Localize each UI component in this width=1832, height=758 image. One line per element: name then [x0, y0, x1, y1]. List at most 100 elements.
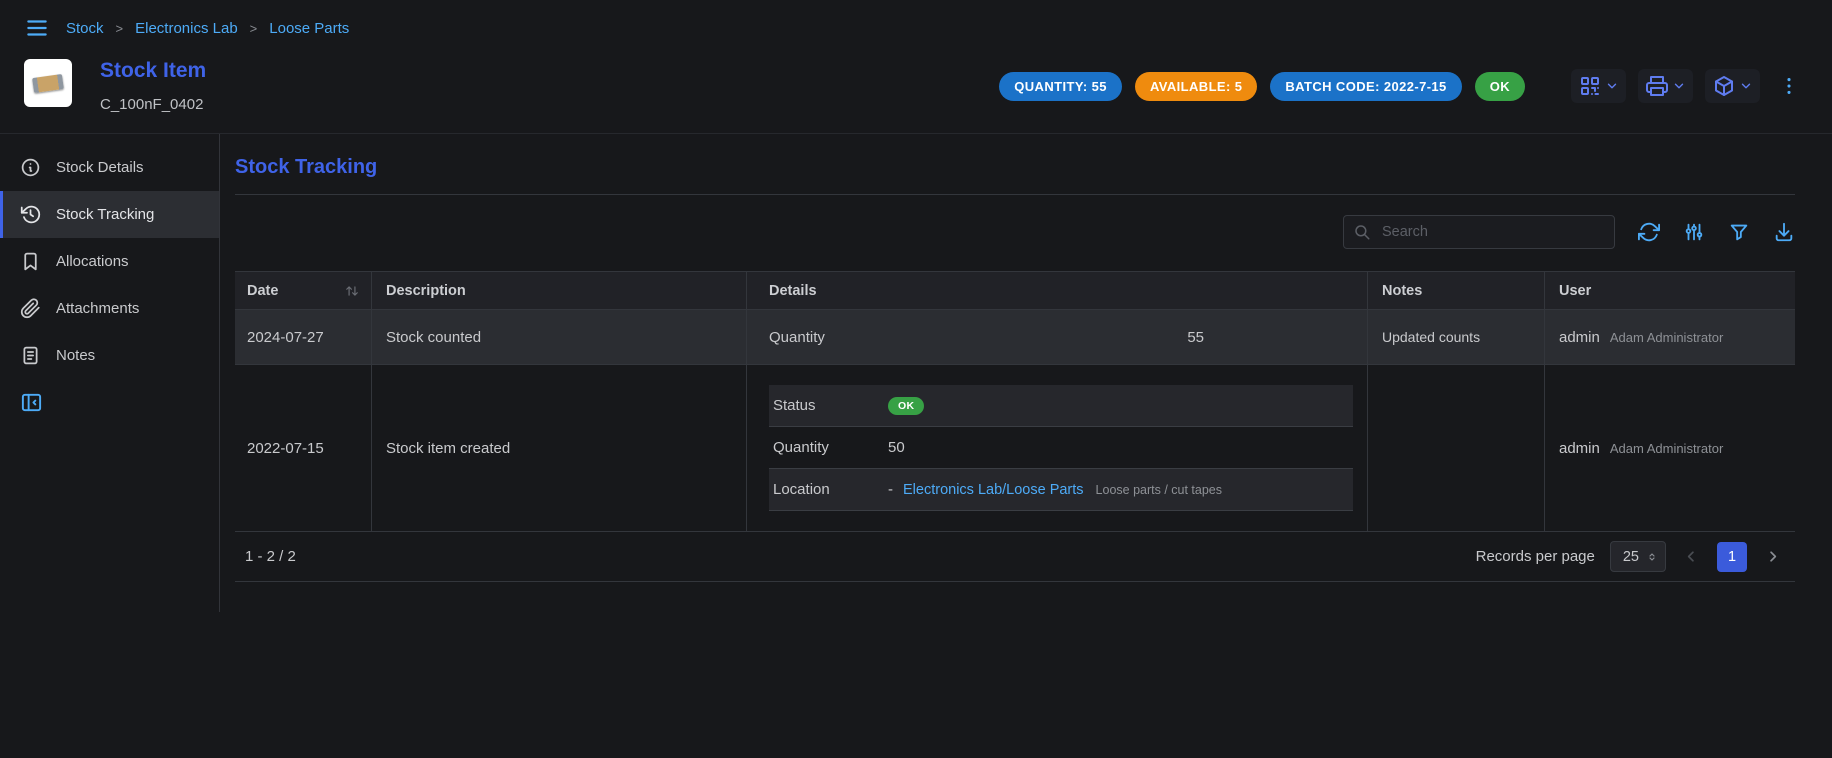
select-stepper-icon — [1646, 551, 1658, 563]
info-circle-icon — [20, 157, 41, 178]
filter-icon[interactable] — [1728, 221, 1750, 243]
sidebar-item-attachments[interactable]: Attachments — [0, 285, 219, 332]
description-cell: Stock counted — [372, 310, 747, 364]
detail-label: Quantity — [773, 439, 888, 456]
download-icon[interactable] — [1773, 221, 1795, 243]
barcode-actions-button[interactable] — [1571, 69, 1626, 103]
user-cell: admin Adam Administrator — [1545, 310, 1795, 364]
history-icon — [20, 204, 41, 225]
table-toolbar — [235, 215, 1795, 249]
records-per-page-label: Records per page — [1476, 548, 1595, 565]
breadcrumb-electronics-lab[interactable]: Electronics Lab — [135, 20, 238, 37]
user-cell: admin Adam Administrator — [1545, 365, 1795, 531]
sidebar-item-notes[interactable]: Notes — [0, 332, 219, 379]
page-subtitle: C_100nF_0402 — [100, 96, 206, 113]
stock-tracking-table: Date Description Details Notes User 2024… — [235, 271, 1795, 582]
pagination-controls: Records per page 25 1 — [1476, 541, 1783, 572]
location-description: Loose parts / cut tapes — [1096, 483, 1222, 497]
table-header-row: Date Description Details Notes User — [235, 271, 1795, 310]
search-input[interactable] — [1343, 215, 1615, 249]
user-full-name: Adam Administrator — [1610, 441, 1723, 456]
description-cell: Stock item created — [372, 365, 747, 531]
quantity-badge: QUANTITY: 55 — [999, 72, 1122, 101]
sidebar-item-label: Stock Details — [56, 159, 144, 176]
column-header-details[interactable]: Details — [747, 272, 1368, 309]
breadcrumb-loose-parts[interactable]: Loose Parts — [269, 20, 349, 37]
sidebar-item-label: Notes — [56, 347, 95, 364]
record-range: 1 - 2 / 2 — [245, 548, 296, 565]
user-full-name: Adam Administrator — [1610, 330, 1723, 345]
table-row: 2024-07-27 Stock counted Quantity 55 Upd… — [235, 310, 1795, 365]
next-page-icon[interactable] — [1762, 546, 1783, 567]
bookmark-icon — [20, 251, 41, 272]
adjustments-icon[interactable] — [1683, 221, 1705, 243]
part-thumbnail[interactable] — [24, 59, 72, 107]
batch-code-badge: BATCH CODE: 2022-7-15 — [1270, 72, 1461, 101]
print-actions-icon — [1645, 74, 1669, 98]
content-area: Stock Details Stock Tracking Allocations… — [0, 134, 1832, 612]
status-badges: QUANTITY: 55 AVAILABLE: 5 BATCH CODE: 20… — [999, 72, 1525, 101]
refresh-icon[interactable] — [1638, 221, 1660, 243]
table-row: 2022-07-15 Stock item created Status OK … — [235, 365, 1795, 532]
username: admin — [1559, 440, 1600, 457]
page-title: Stock Item — [100, 59, 206, 83]
panel-title: Stock Tracking — [235, 156, 1795, 179]
details-cell: Status OK Quantity 50 Location - Electro… — [747, 365, 1368, 531]
search-box — [1343, 215, 1615, 249]
location-link[interactable]: Electronics Lab/Loose Parts — [903, 482, 1084, 498]
detail-row-status: Status OK — [769, 385, 1353, 427]
location-prefix: - — [888, 481, 893, 498]
hamburger-menu-icon[interactable] — [24, 15, 50, 41]
breadcrumb: Stock > Electronics Lab > Loose Parts — [66, 20, 349, 37]
detail-row-location: Location - Electronics Lab/Loose Parts L… — [769, 469, 1353, 511]
notes-cell: Updated counts — [1368, 310, 1545, 364]
title-block: Stock Item C_100nF_0402 — [100, 59, 206, 113]
chevron-down-icon — [1605, 79, 1619, 93]
search-icon — [1353, 223, 1371, 241]
capacitor-image — [32, 73, 64, 92]
stock-actions-button[interactable] — [1705, 69, 1760, 103]
details-inner-table: Status OK Quantity 50 Location - Electro… — [769, 385, 1353, 511]
detail-label: Status — [773, 397, 888, 414]
paperclip-icon — [20, 298, 41, 319]
table-footer: 1 - 2 / 2 Records per page 25 1 — [235, 532, 1795, 582]
status-ok-badge: OK — [1475, 72, 1525, 101]
stock-actions-icon — [1712, 74, 1736, 98]
sidebar-item-allocations[interactable]: Allocations — [0, 238, 219, 285]
previous-page-icon[interactable] — [1681, 546, 1702, 567]
chevron-down-icon — [1739, 79, 1753, 93]
panel-title-divider — [235, 194, 1795, 195]
notes-cell — [1368, 365, 1545, 531]
detail-label: Quantity — [769, 329, 884, 346]
column-header-notes[interactable]: Notes — [1368, 272, 1545, 309]
breadcrumb-separator: > — [250, 21, 258, 36]
breadcrumb-separator: > — [116, 21, 124, 36]
chevron-down-icon — [1672, 79, 1686, 93]
detail-value: 50 — [888, 439, 905, 456]
main-panel: Stock Tracking — [220, 134, 1832, 612]
status-ok-badge: OK — [888, 397, 924, 415]
kebab-menu-icon[interactable] — [1772, 71, 1806, 101]
sidebar-item-label: Attachments — [56, 300, 139, 317]
sort-icon[interactable] — [345, 284, 359, 298]
notes-icon — [20, 345, 41, 366]
sidebar-item-stock-tracking[interactable]: Stock Tracking — [0, 191, 219, 238]
sidebar-item-stock-details[interactable]: Stock Details — [0, 144, 219, 191]
breadcrumb-stock[interactable]: Stock — [66, 20, 104, 37]
sidebar-collapse-icon[interactable] — [20, 391, 43, 414]
username: admin — [1559, 329, 1600, 346]
records-per-page-select[interactable]: 25 — [1610, 541, 1666, 572]
panel-sidebar: Stock Details Stock Tracking Allocations… — [0, 134, 220, 612]
page-number-button[interactable]: 1 — [1717, 542, 1747, 572]
column-header-user[interactable]: User — [1545, 272, 1795, 309]
column-header-date[interactable]: Date — [235, 272, 372, 309]
header-actions — [1571, 69, 1806, 103]
barcode-actions-icon — [1578, 74, 1602, 98]
detail-value: 55 — [884, 329, 1204, 346]
top-bar: Stock > Electronics Lab > Loose Parts — [0, 0, 1832, 41]
sidebar-item-label: Stock Tracking — [56, 206, 154, 223]
print-actions-button[interactable] — [1638, 69, 1693, 103]
sidebar-item-label: Allocations — [56, 253, 129, 270]
available-badge: AVAILABLE: 5 — [1135, 72, 1257, 101]
column-header-description[interactable]: Description — [372, 272, 747, 309]
